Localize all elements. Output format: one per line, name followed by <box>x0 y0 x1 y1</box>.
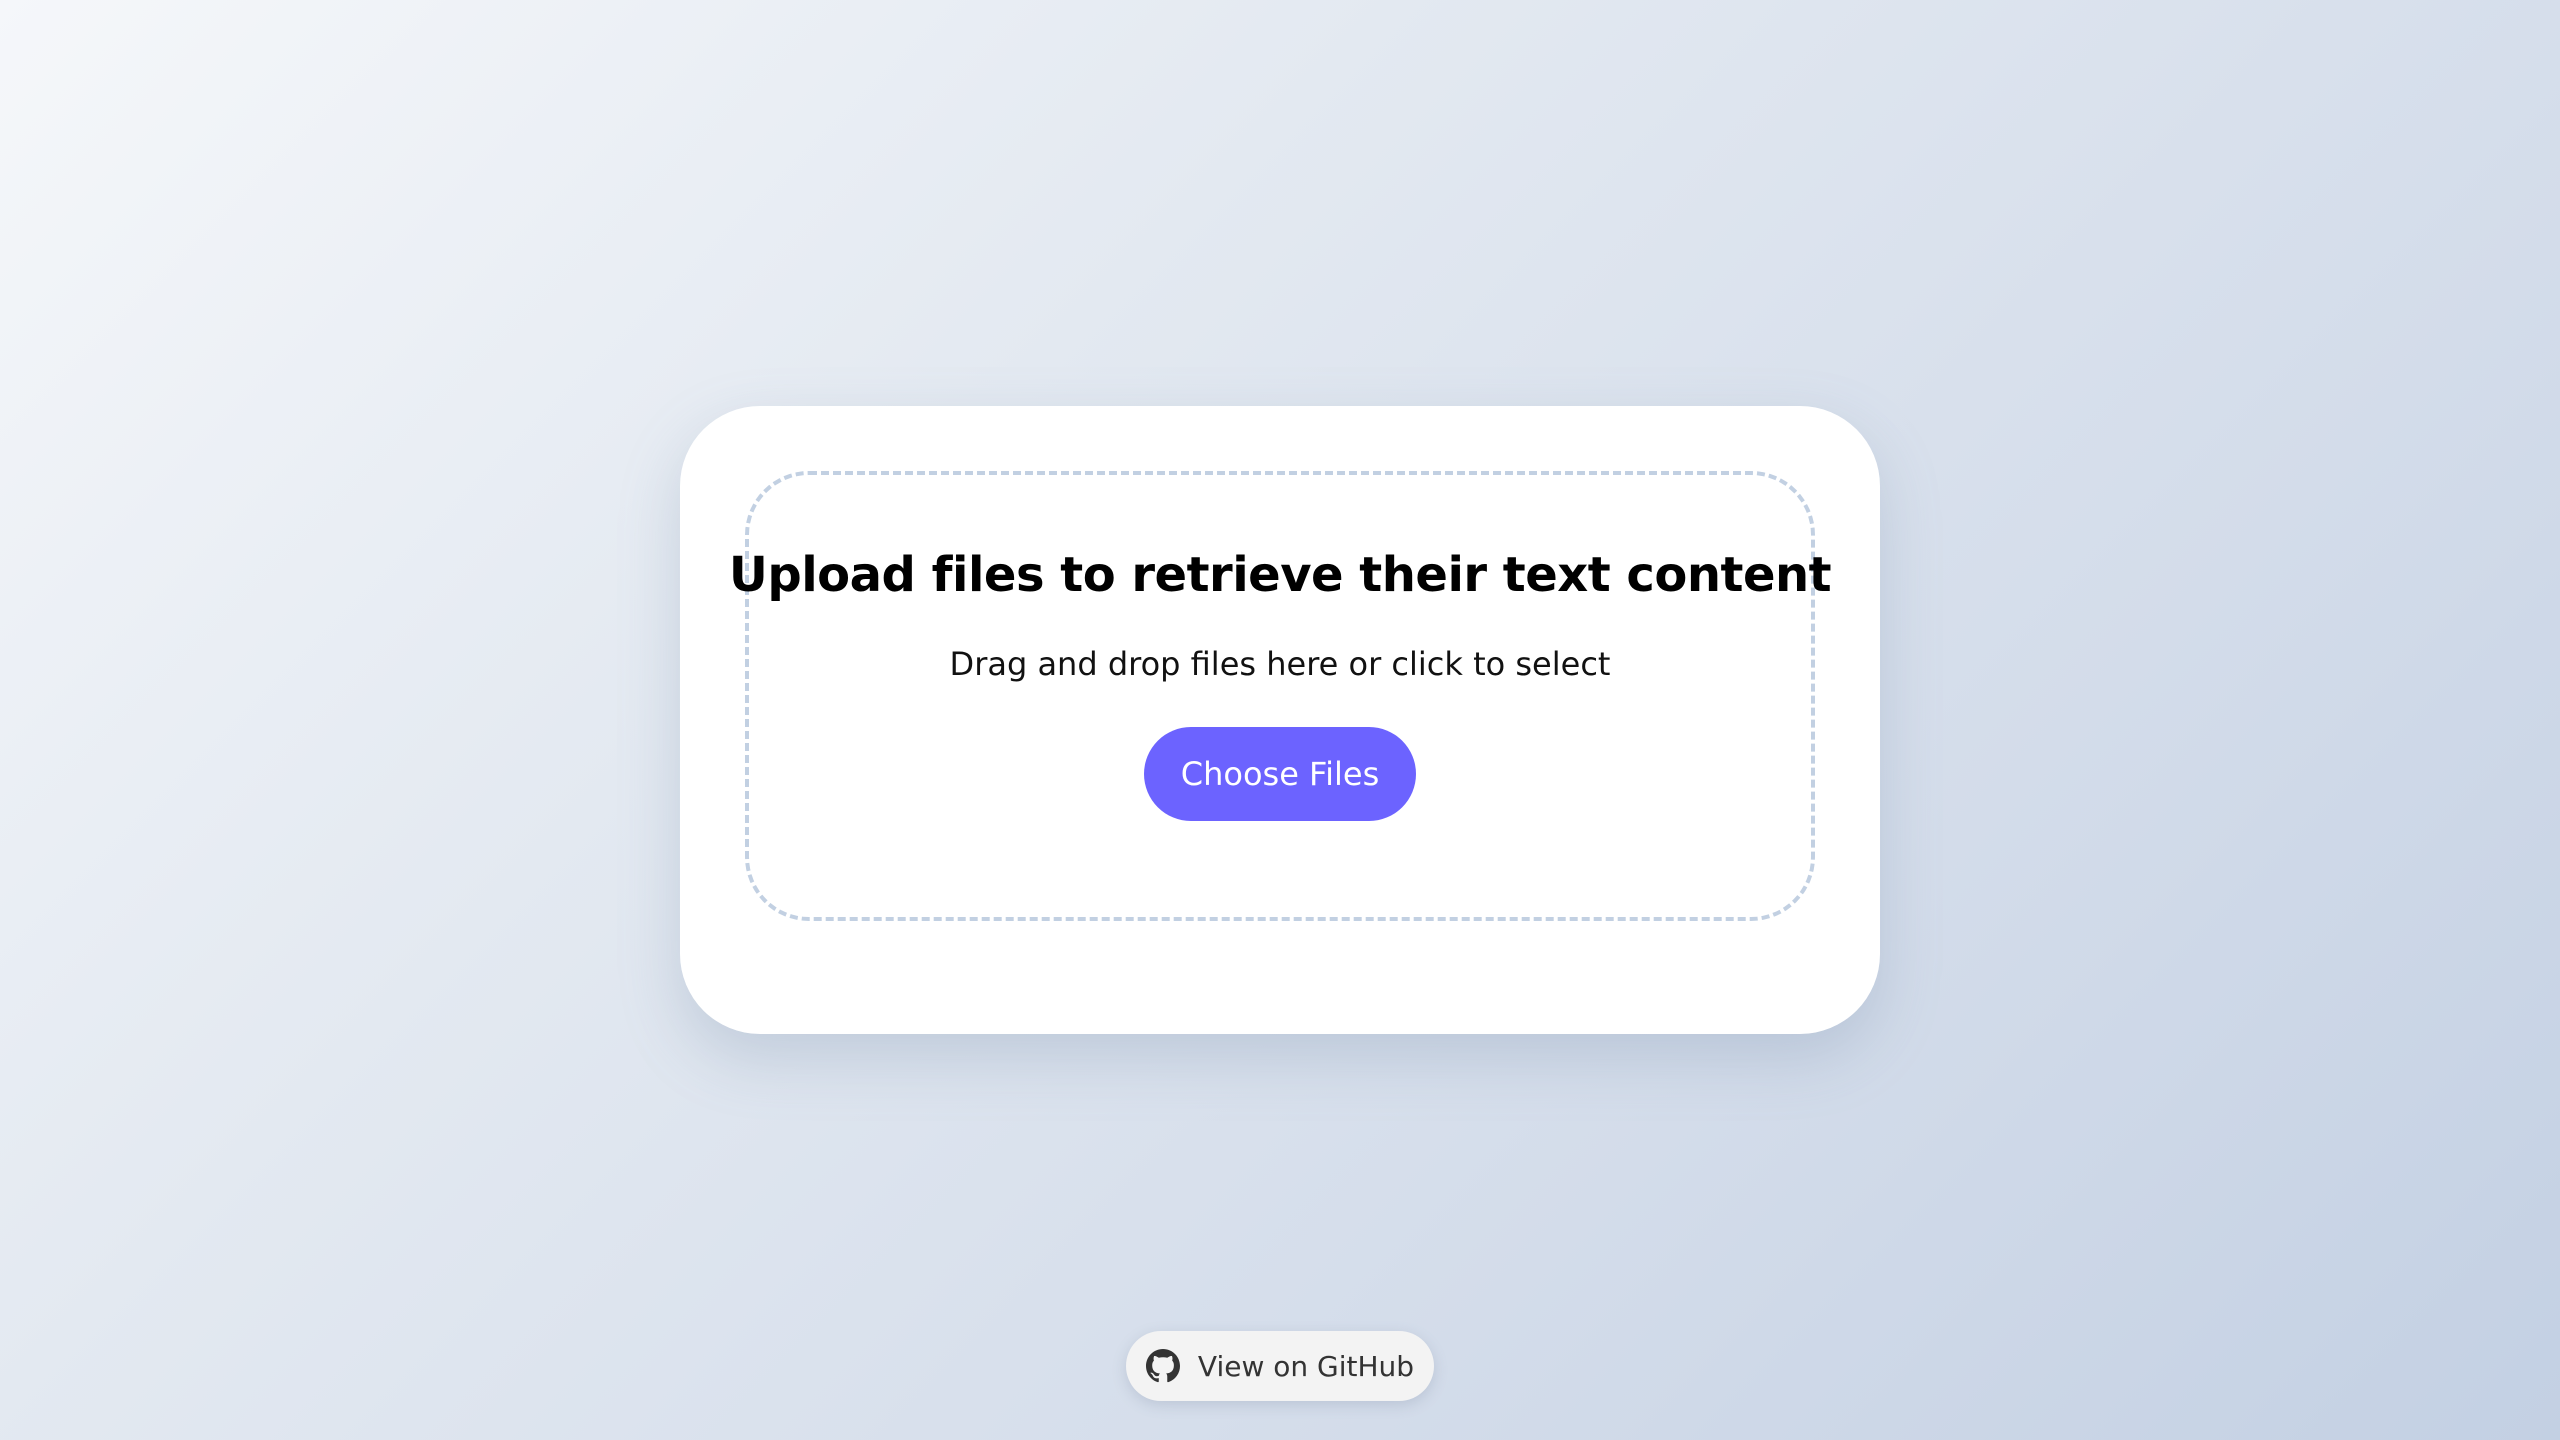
view-on-github-link[interactable]: View on GitHub <box>1126 1331 1434 1401</box>
choose-files-button[interactable]: Choose Files <box>1144 727 1416 821</box>
upload-card: Upload files to retrieve their text cont… <box>680 406 1880 1034</box>
file-dropzone[interactable]: Upload files to retrieve their text cont… <box>729 471 1832 921</box>
github-icon <box>1145 1349 1180 1383</box>
upload-title: Upload files to retrieve their text cont… <box>728 547 1832 603</box>
github-link-label: View on GitHub <box>1197 1349 1415 1383</box>
upload-subtitle: Drag and drop files here or click to sel… <box>949 645 1611 683</box>
